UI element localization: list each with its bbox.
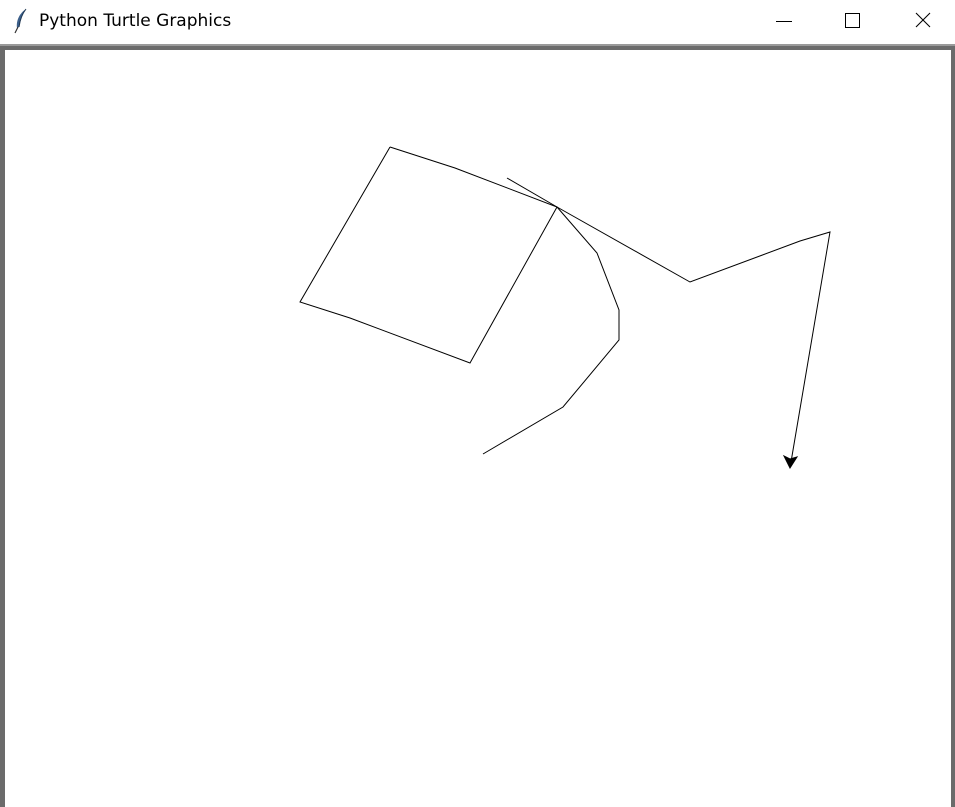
title-bar[interactable]: Python Turtle Graphics [0, 0, 955, 44]
turtle-window: Python Turtle Graphics [0, 0, 955, 807]
window-title: Python Turtle Graphics [39, 11, 232, 31]
drawing-surface [299, 146, 831, 470]
feather-icon [12, 8, 30, 34]
turtle-canvas[interactable] [5, 50, 951, 807]
minimize-icon [776, 21, 792, 22]
zigzag-path [506, 177, 831, 463]
minimize-button[interactable] [750, 0, 818, 44]
close-icon [915, 12, 931, 28]
maximize-icon [845, 13, 860, 28]
frame-highlight [0, 44, 955, 46]
turtle-arrow-icon [782, 454, 799, 470]
curve-path [482, 206, 620, 455]
close-button[interactable] [887, 0, 955, 44]
maximize-button[interactable] [818, 0, 886, 44]
square-path [299, 146, 558, 364]
